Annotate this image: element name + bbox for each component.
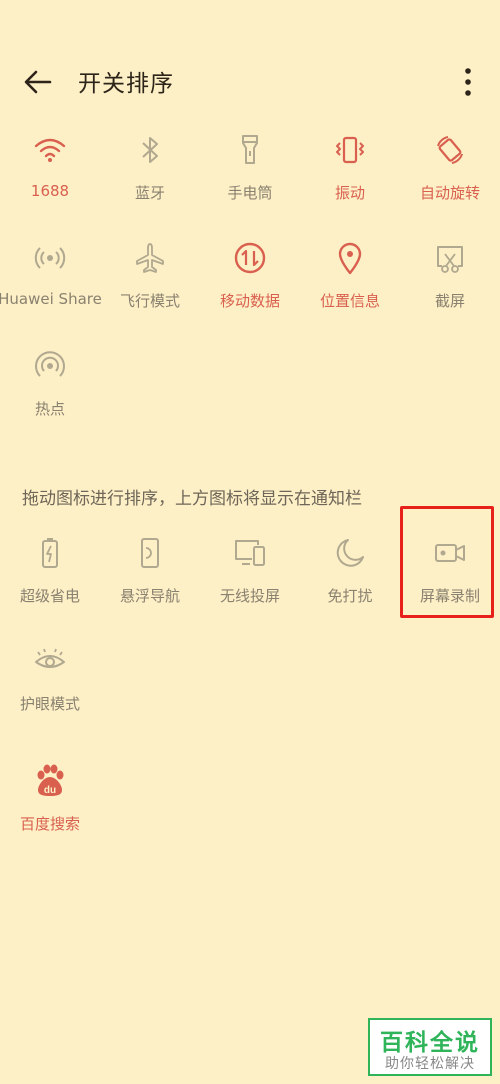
toggle-baidu-search[interactable]: du 百度搜索 [0, 763, 100, 853]
location-icon [338, 242, 362, 275]
toggle-bluetooth[interactable]: 蓝牙 [100, 132, 200, 222]
toggle-wireless-projection[interactable]: 无线投屏 [200, 535, 300, 625]
bluetooth-icon [142, 137, 158, 163]
toggle-wifi[interactable]: 1688 [0, 132, 100, 222]
toggle-vibrate[interactable]: 振动 [300, 132, 400, 222]
toggle-flashlight[interactable]: 手电筒 [200, 132, 300, 222]
arrow-left-icon[interactable] [22, 66, 54, 98]
sort-hint: 拖动图标进行排序，上方图标将显示在通知栏 [22, 489, 362, 509]
toggle-label: 自动旋转 [419, 184, 480, 202]
auto-rotate-icon [437, 136, 463, 164]
toggle-auto-rotate[interactable]: 自动旋转 [400, 132, 500, 222]
screen-record-highlight-box [400, 506, 494, 618]
battery-saver-icon [42, 538, 58, 568]
hotspot-icon [35, 351, 65, 377]
moon-icon [336, 539, 364, 567]
airplane-icon [136, 243, 164, 273]
page-title: 开关排序 [78, 71, 174, 97]
flashlight-icon [242, 135, 258, 164]
watermark-title: 百科全说 [380, 1030, 480, 1056]
watermark-logo: 百科全说 助你轻松解决 [368, 1018, 492, 1076]
toggle-label: 护眼模式 [19, 695, 80, 713]
mobile-data-icon [234, 242, 266, 274]
svg-text:du: du [44, 785, 56, 796]
toggle-label: 热点 [34, 400, 65, 418]
floating-nav-icon [141, 538, 159, 568]
toggle-screenshot[interactable]: 截屏 [400, 240, 500, 330]
baidu-icon: du [37, 764, 64, 796]
screenshot-icon [437, 246, 463, 273]
toggle-airplane[interactable]: 飞行模式 [100, 240, 200, 330]
vibrate-icon [336, 136, 364, 164]
toggle-label: 截屏 [434, 292, 465, 310]
toggle-huawei-share[interactable]: Huawei Share [0, 240, 102, 330]
huawei-share-icon [34, 247, 66, 269]
toggle-do-not-disturb[interactable]: 免打扰 [300, 535, 400, 625]
toggle-mobile-data[interactable]: 移动数据 [200, 240, 300, 330]
toggle-location[interactable]: 位置信息 [300, 240, 400, 330]
toggle-label: 百度搜索 [19, 815, 80, 833]
toggle-battery-saver[interactable]: 超级省电 [0, 535, 100, 625]
more-vertical-icon[interactable] [458, 66, 478, 98]
watermark-subtitle: 助你轻松解决 [385, 1056, 475, 1072]
wireless-projection-icon [235, 540, 265, 566]
toggle-floating-nav[interactable]: 悬浮导航 [100, 535, 200, 625]
wifi-icon [34, 138, 66, 162]
toggle-eye-comfort[interactable]: 护眼模式 [0, 643, 100, 733]
toggle-hotspot[interactable]: 热点 [0, 348, 100, 438]
eye-icon [35, 648, 65, 668]
